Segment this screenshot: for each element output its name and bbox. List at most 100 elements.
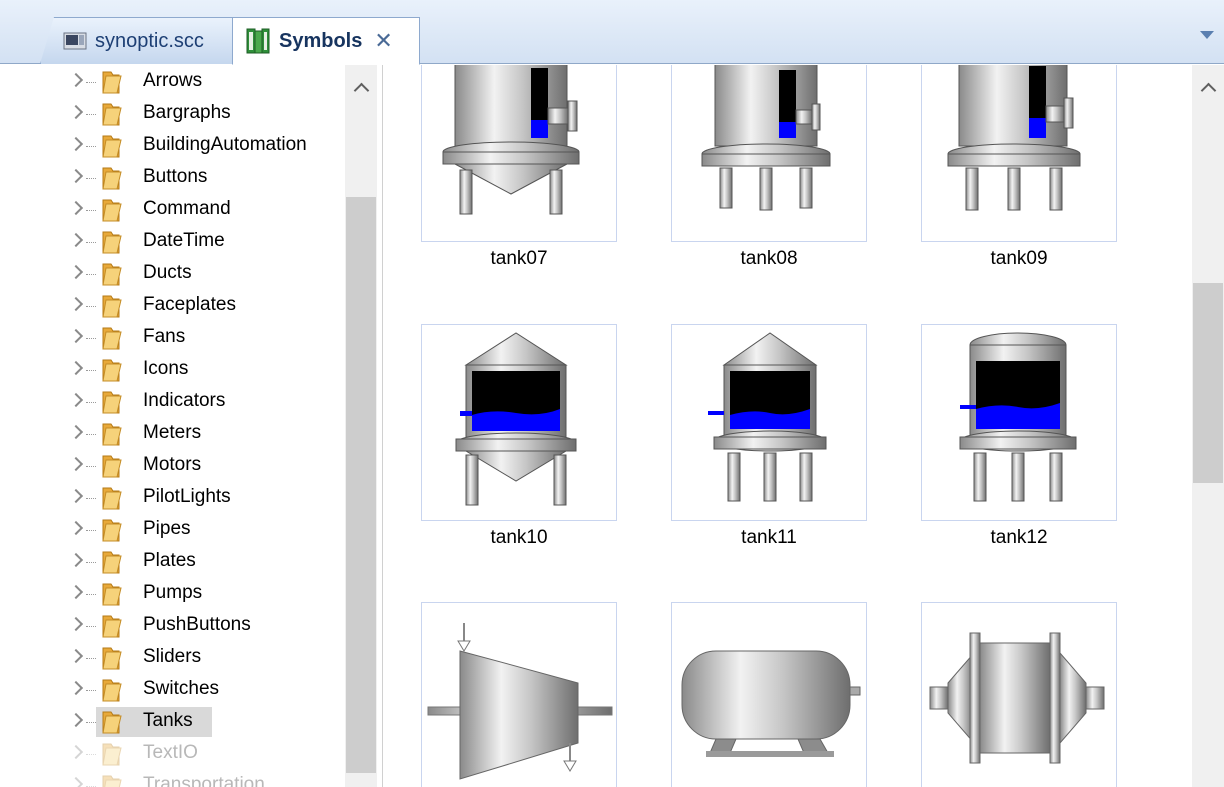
chevron-right-icon[interactable] <box>68 360 84 376</box>
tree-item-label: DateTime <box>143 230 225 251</box>
chevron-right-icon[interactable] <box>68 456 84 472</box>
tab-symbols[interactable]: Symbols ✕ <box>232 17 420 65</box>
tree-item-pilotlights[interactable]: PilotLights <box>0 482 345 514</box>
tree-item-label: TextIO <box>143 742 198 763</box>
tree-item-plates[interactable]: Plates <box>0 546 345 578</box>
symbol-card-tank12[interactable] <box>921 324 1117 521</box>
folder-icon <box>102 199 122 222</box>
chevron-right-icon[interactable] <box>68 296 84 312</box>
symbol-card-tank07[interactable] <box>421 65 617 242</box>
tree-item-motors[interactable]: Motors <box>0 450 345 482</box>
tree-item-label: Motors <box>143 454 202 475</box>
chevron-right-icon[interactable] <box>68 328 84 344</box>
symbol-card-tank10[interactable] <box>421 324 617 521</box>
tree-item-pipes[interactable]: Pipes <box>0 514 345 546</box>
chevron-right-icon[interactable] <box>68 712 84 728</box>
folder-icon <box>102 103 122 126</box>
tree-item-pushbuttons[interactable]: PushButtons <box>0 610 345 642</box>
tree-item-buttons[interactable]: Buttons <box>0 162 345 194</box>
chevron-right-icon[interactable] <box>68 104 84 120</box>
chevron-right-icon[interactable] <box>68 392 84 408</box>
tree-item-pumps[interactable]: Pumps <box>0 578 345 610</box>
tree-connector <box>86 754 96 755</box>
symbol-card-tank09[interactable] <box>921 65 1117 242</box>
symbol-caption-tank08: tank08 <box>740 248 798 269</box>
tree-item-label: PilotLights <box>143 486 231 507</box>
tree-item-label: Pumps <box>143 582 203 603</box>
symbol-card-8[interactable] <box>671 602 867 787</box>
folder-icon <box>102 615 122 638</box>
tree-item-datetime[interactable]: DateTime <box>0 226 345 258</box>
chevron-down-icon[interactable] <box>1200 31 1214 39</box>
tree-item-textio[interactable]: TextIO <box>0 738 345 770</box>
tank12-image <box>959 332 1077 502</box>
tree-item-command[interactable]: Command <box>0 194 345 226</box>
chevron-right-icon[interactable] <box>68 776 84 787</box>
chevron-right-icon[interactable] <box>68 616 84 632</box>
chevron-right-icon[interactable] <box>68 520 84 536</box>
chevron-right-icon[interactable] <box>68 648 84 664</box>
tree-item-arrows[interactable]: Arrows <box>0 66 345 98</box>
symbol-card-9[interactable] <box>921 602 1117 787</box>
chevron-right-icon[interactable] <box>68 552 84 568</box>
chevron-right-icon[interactable] <box>68 168 84 184</box>
tree-item-transportation[interactable]: Transportation <box>0 770 345 787</box>
tree-item-meters[interactable]: Meters <box>0 418 345 450</box>
tree-item-switches[interactable]: Switches <box>0 674 345 706</box>
tree-item-sliders[interactable]: Sliders <box>0 642 345 674</box>
symbol-caption-tank09: tank09 <box>990 248 1048 269</box>
tree-item-label: Ducts <box>143 262 192 283</box>
symbol-caption-tank11: tank11 <box>741 527 797 548</box>
tree-scrollbar-thumb[interactable] <box>346 197 376 773</box>
tree-connector <box>86 434 96 435</box>
tab-synoptic[interactable]: synoptic.scc <box>40 17 242 64</box>
chevron-right-icon[interactable] <box>68 264 84 280</box>
tree-scrollbar[interactable] <box>345 65 377 787</box>
chevron-right-icon[interactable] <box>68 744 84 760</box>
tree-item-indicators[interactable]: Indicators <box>0 386 345 418</box>
symbols-library-icon <box>246 28 270 54</box>
folder-icon <box>102 359 122 382</box>
chevron-right-icon[interactable] <box>68 72 84 88</box>
chevron-right-icon[interactable] <box>68 488 84 504</box>
symbol-card-tank08[interactable] <box>671 65 867 242</box>
tree-connector <box>86 146 96 147</box>
heat-exchanger-image <box>929 632 1105 764</box>
symbol-card-7[interactable] <box>421 602 617 787</box>
chevron-right-icon[interactable] <box>68 136 84 152</box>
folder-icon <box>102 167 122 190</box>
tree-connector <box>86 178 96 179</box>
tank08-image <box>701 65 831 211</box>
tree-item-tanks[interactable]: Tanks <box>0 706 345 738</box>
tree-connector <box>86 722 96 723</box>
folder-icon <box>102 423 122 446</box>
tree-item-ducts[interactable]: Ducts <box>0 258 345 290</box>
tree-item-fans[interactable]: Fans <box>0 322 345 354</box>
chevron-right-icon[interactable] <box>68 232 84 248</box>
tree-item-bargraphs[interactable]: Bargraphs <box>0 98 345 130</box>
tree-item-label: Icons <box>143 358 189 379</box>
chevron-right-icon[interactable] <box>68 424 84 440</box>
folder-icon <box>102 263 122 286</box>
tree-connector <box>86 274 96 275</box>
tree-item-faceplates[interactable]: Faceplates <box>0 290 345 322</box>
close-icon[interactable]: ✕ <box>374 28 392 54</box>
folder-icon <box>102 455 122 478</box>
folder-icon <box>102 327 122 350</box>
gallery-scrollbar[interactable] <box>1192 65 1224 787</box>
chevron-right-icon[interactable] <box>68 680 84 696</box>
scroll-up-icon[interactable] <box>1200 82 1217 99</box>
horizontal-vessel-image <box>681 650 861 757</box>
tree-item-label: Buttons <box>143 166 208 187</box>
symbol-card-tank11[interactable] <box>671 324 867 521</box>
folder-icon <box>102 295 122 318</box>
folder-icon <box>102 231 122 254</box>
tree-item-icons[interactable]: Icons <box>0 354 345 386</box>
chevron-right-icon[interactable] <box>68 584 84 600</box>
chevron-right-icon[interactable] <box>68 200 84 216</box>
scroll-up-icon[interactable] <box>353 82 370 99</box>
tree-item-buildingautomation[interactable]: BuildingAutomation <box>0 130 345 162</box>
tree-item-label: Transportation <box>143 774 265 787</box>
gallery-scrollbar-thumb[interactable] <box>1193 283 1223 483</box>
tree-item-label: Pipes <box>143 518 191 539</box>
